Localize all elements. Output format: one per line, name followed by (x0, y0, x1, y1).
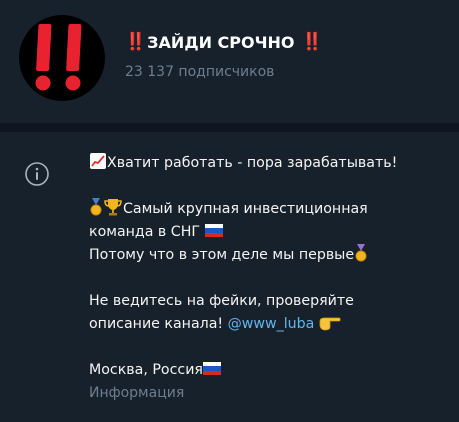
channel-avatar[interactable] (19, 15, 105, 101)
russia-flag-icon (204, 224, 223, 237)
channel-description: Хватит работать - пора зарабатывать! Сам… (89, 152, 439, 405)
double-exclamation-icon (35, 24, 82, 91)
description-line: команда в СНГ (89, 221, 439, 244)
channel-handle-link[interactable]: @www_luba (228, 316, 315, 332)
description-line: Самый крупная инвестиционная (89, 198, 439, 221)
section-divider (0, 123, 459, 132)
trophy-icon (104, 199, 122, 216)
backhand-pointing-right-icon (319, 317, 341, 331)
channel-header: ‼️ ЗАЙДИ СРОЧНО ‼️ 23 137 подписчиков (0, 0, 459, 123)
channel-info-section: Хватит работать - пора зарабатывать! Сам… (0, 132, 459, 422)
description-line: Потому что в этом деле мы первые (89, 244, 439, 267)
description-line: Хватит работать - пора зарабатывать! (89, 152, 439, 175)
double-exclamation-icon: ‼️ (125, 32, 146, 52)
medal-icon (355, 244, 367, 262)
location-line: Москва, Россия (89, 359, 439, 382)
chart-increasing-icon (90, 153, 106, 169)
russia-flag-icon (202, 362, 221, 375)
description-line: описание канала! @www_luba (89, 313, 439, 336)
info-label: Информация (89, 385, 185, 401)
info-circle-icon (25, 162, 49, 186)
description-line: Не ведитесь на фейки, проверяйте (89, 293, 354, 309)
channel-title-text: ЗАЙДИ СРОЧНО (147, 32, 295, 52)
medal-icon (90, 198, 102, 216)
double-exclamation-icon: ‼️ (301, 32, 323, 52)
channel-title: ‼️ ЗАЙДИ СРОЧНО ‼️ (125, 32, 323, 52)
subscriber-count: 23 137 подписчиков (125, 64, 275, 80)
